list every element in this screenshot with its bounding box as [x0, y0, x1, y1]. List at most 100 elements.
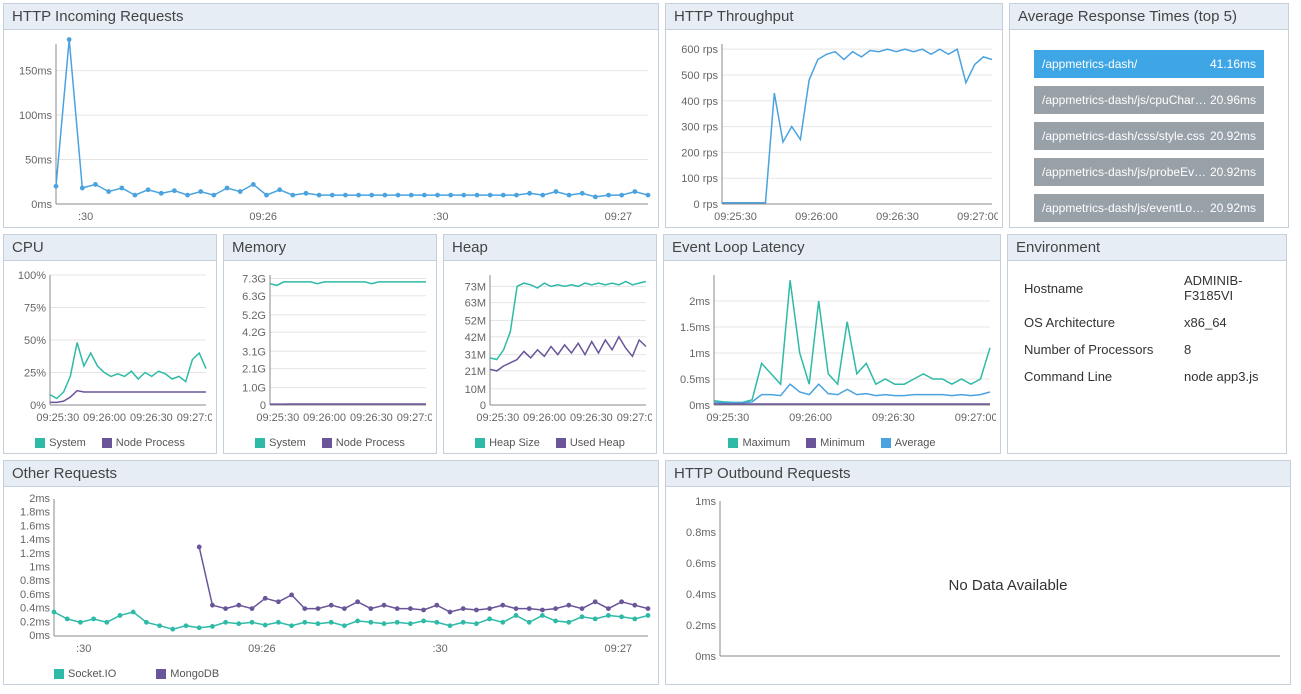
other-requests-chart: 0ms0.2ms0.4ms0.6ms0.8ms1ms1.2ms1.4ms1.6m…	[10, 493, 654, 658]
svg-text:0.4ms: 0.4ms	[686, 589, 716, 601]
svg-text:09:25:30: 09:25:30	[714, 211, 757, 223]
legend-swatch	[102, 438, 112, 448]
http-throughput-panel: HTTP Throughput 0 rps100 rps200 rps300 r…	[665, 3, 1003, 228]
svg-text:09:25:30: 09:25:30	[706, 412, 749, 424]
legend-label: System	[49, 437, 86, 449]
cpu-chart: 0%25%50%75%100%09:25:3009:26:0009:26:300…	[10, 267, 212, 427]
svg-text:50ms: 50ms	[25, 155, 52, 167]
http-incoming-chart: 0ms50ms100ms150ms:3009:26:3009:27	[10, 36, 654, 226]
other-requests-panel: Other Requests 0ms0.2ms0.4ms0.6ms0.8ms1m…	[3, 460, 659, 685]
svg-text:09:27:00: 09:27:00	[617, 412, 652, 424]
svg-text::30: :30	[433, 211, 448, 223]
env-row: Command Linenode app3.js	[1014, 363, 1280, 390]
legend-item: Node Process	[102, 437, 185, 449]
svg-text:200 rps: 200 rps	[681, 147, 718, 159]
svg-text:09:27: 09:27	[605, 643, 633, 655]
svg-text:09:26:30: 09:26:30	[350, 412, 393, 424]
svg-text:09:27:00: 09:27:00	[957, 211, 998, 223]
legend-swatch	[255, 438, 265, 448]
legend-label: Node Process	[116, 437, 185, 449]
svg-text:5.2G: 5.2G	[242, 310, 266, 322]
response-row[interactable]: /appmetrics-dash/js/probeEventsChart.js2…	[1034, 158, 1264, 186]
environment-panel: Environment HostnameADMINIB-F3185VIOS Ar…	[1007, 234, 1287, 454]
svg-text:50%: 50%	[24, 335, 46, 347]
legend-label: Socket.IO	[68, 668, 116, 680]
svg-text:09:25:30: 09:25:30	[256, 412, 299, 424]
svg-text:1ms: 1ms	[695, 496, 716, 508]
legend-item: Average	[881, 437, 936, 449]
svg-text:7.3G: 7.3G	[242, 273, 266, 285]
env-label: Hostname	[1014, 267, 1174, 309]
svg-text:09:27:00: 09:27:00	[955, 412, 996, 424]
svg-text:63M: 63M	[465, 298, 486, 310]
svg-text:09:25:30: 09:25:30	[36, 412, 79, 424]
legend-swatch	[556, 438, 566, 448]
env-value: 8	[1174, 336, 1280, 363]
svg-text:0.6ms: 0.6ms	[20, 589, 50, 601]
response-list: /appmetrics-dash/41.16ms/appmetrics-dash…	[1016, 36, 1282, 222]
svg-text:0ms: 0ms	[29, 630, 50, 642]
svg-text:0ms: 0ms	[31, 199, 52, 211]
legend-item: Minimum	[806, 437, 865, 449]
svg-text:0.6ms: 0.6ms	[686, 558, 716, 570]
env-row: Number of Processors8	[1014, 336, 1280, 363]
svg-text:09:27:00: 09:27:00	[177, 412, 212, 424]
svg-text:73M: 73M	[465, 281, 486, 293]
svg-text:09:26:30: 09:26:30	[130, 412, 173, 424]
svg-text:09:26:00: 09:26:00	[789, 412, 832, 424]
svg-text:0.2ms: 0.2ms	[20, 616, 50, 628]
svg-text:1.0G: 1.0G	[242, 383, 266, 395]
env-label: Command Line	[1014, 363, 1174, 390]
response-time: 20.92ms	[1210, 165, 1256, 179]
panel-title: HTTP Outbound Requests	[666, 461, 1290, 487]
response-row[interactable]: /appmetrics-dash/js/cpuChart.js20.96ms	[1034, 86, 1264, 114]
memory-panel: Memory 01.0G2.1G3.1G4.2G5.2G6.3G7.3G09:2…	[223, 234, 437, 454]
svg-text:09:26:00: 09:26:00	[83, 412, 126, 424]
svg-text:10M: 10M	[465, 384, 486, 396]
env-value: ADMINIB-F3185VI	[1174, 267, 1280, 309]
svg-text:3.1G: 3.1G	[242, 346, 266, 358]
legend-swatch	[35, 438, 45, 448]
response-path: /appmetrics-dash/js/eventLoopChart.js	[1042, 201, 1210, 215]
legend-item: MongoDB	[156, 668, 219, 680]
svg-text:75%: 75%	[24, 303, 46, 315]
legend-label: Used Heap	[570, 437, 625, 449]
svg-text:0.2ms: 0.2ms	[686, 620, 716, 632]
legend-label: Node Process	[336, 437, 405, 449]
svg-text:400 rps: 400 rps	[681, 96, 718, 108]
eventloop-legend: Maximum Minimum Average	[664, 435, 1000, 453]
response-row[interactable]: /appmetrics-dash/css/style.css20.92ms	[1034, 122, 1264, 150]
legend-item: System	[255, 437, 306, 449]
svg-text:09:26:00: 09:26:00	[303, 412, 346, 424]
response-row[interactable]: /appmetrics-dash/js/eventLoopChart.js20.…	[1034, 194, 1264, 222]
response-time: 41.16ms	[1210, 57, 1256, 71]
svg-text:09:25:30: 09:25:30	[476, 412, 519, 424]
svg-text:1ms: 1ms	[29, 562, 50, 574]
svg-text:09:26:00: 09:26:00	[523, 412, 566, 424]
svg-text:600 rps: 600 rps	[681, 44, 718, 56]
legend-item: Maximum	[728, 437, 790, 449]
response-time: 20.92ms	[1210, 201, 1256, 215]
legend-label: System	[269, 437, 306, 449]
svg-text:1.4ms: 1.4ms	[20, 534, 50, 546]
env-label: OS Architecture	[1014, 309, 1174, 336]
legend-item: Socket.IO	[54, 668, 116, 680]
panel-title: Event Loop Latency	[664, 235, 1000, 261]
panel-title: Average Response Times (top 5)	[1010, 4, 1288, 30]
memory-legend: System Node Process	[224, 435, 436, 453]
svg-text:0: 0	[260, 400, 266, 412]
svg-text:150ms: 150ms	[19, 66, 53, 78]
no-data-label: No Data Available	[726, 487, 1290, 684]
legend-label: Minimum	[820, 437, 865, 449]
response-row[interactable]: /appmetrics-dash/41.16ms	[1034, 50, 1264, 78]
svg-text:100 rps: 100 rps	[681, 173, 718, 185]
svg-text:25%: 25%	[24, 368, 46, 380]
svg-text::30: :30	[78, 211, 93, 223]
legend-swatch	[806, 438, 816, 448]
legend-label: Average	[895, 437, 936, 449]
eventloop-panel: Event Loop Latency 0ms0.5ms1ms1.5ms2ms09…	[663, 234, 1001, 454]
svg-text:09:26:00: 09:26:00	[795, 211, 838, 223]
svg-text:0.8ms: 0.8ms	[686, 527, 716, 539]
svg-text:09:26: 09:26	[249, 211, 277, 223]
svg-text:2.1G: 2.1G	[242, 364, 266, 376]
